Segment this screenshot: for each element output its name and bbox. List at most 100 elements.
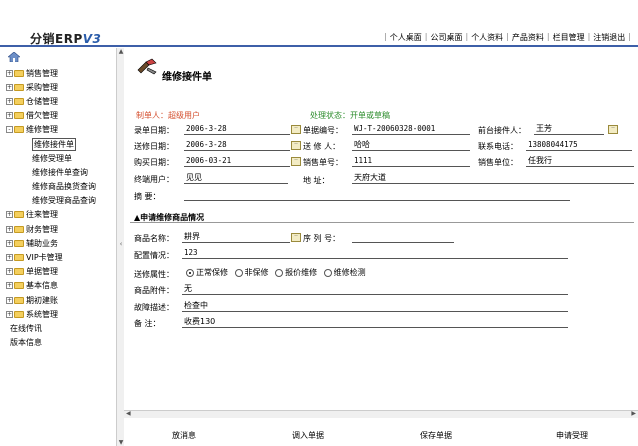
app-header: 分销ERPV3 | 个人桌面 | 公司桌面 | 个人资料 | 产品资料 | 栏目… — [0, 0, 638, 48]
sidebar-item-6[interactable]: 维修受理单 — [6, 151, 116, 165]
sidebar-item-10[interactable]: + 往来管理 — [6, 208, 116, 222]
repair-type-radio-3[interactable] — [323, 268, 332, 277]
sales-unit-input[interactable]: 任我行 — [526, 156, 634, 167]
expand-icon[interactable]: + — [6, 310, 13, 318]
fault-input[interactable]: 检查中 — [182, 301, 568, 312]
folder-icon — [14, 97, 24, 105]
repair-type-radio-0[interactable] — [186, 268, 194, 277]
sidebar-item-5[interactable]: 维修接件单 — [6, 137, 116, 151]
remark-label: 备 注： — [134, 319, 161, 328]
nav-personal-desktop[interactable]: 个人桌面 — [388, 32, 424, 43]
fault-label: 故障描述： — [134, 303, 174, 312]
phone-input[interactable]: 13808044175 — [526, 140, 632, 151]
horizontal-scrollbar[interactable]: ◀ ▶ — [124, 410, 638, 418]
sidebar-item-label: 系统管理 — [26, 309, 58, 319]
apply-accept-button[interactable]: 申请受理 — [548, 428, 596, 442]
expand-icon[interactable]: + — [6, 239, 13, 247]
remark-input[interactable]: 收费130 — [182, 317, 568, 328]
expand-icon[interactable]: + — [6, 296, 13, 304]
nav-tree: + 销售管理 + 采购管理 + 仓储管理 + 借欠管理 - 维修管理 维修接件单维修受理单维修接件单… — [6, 66, 116, 350]
sidebar-item-9[interactable]: 维修受理商品查询 — [6, 194, 116, 208]
config-input[interactable]: 123 — [182, 248, 568, 259]
sidebar-item-17[interactable]: + 系统管理 — [6, 307, 116, 321]
sidebar-item-1[interactable]: + 采购管理 — [6, 80, 116, 94]
cancel-button[interactable]: 放消息 — [164, 428, 204, 442]
expand-icon[interactable]: + — [6, 268, 13, 276]
sender-input[interactable]: 哈哈 — [352, 140, 470, 151]
accessory-input[interactable]: 无 — [182, 284, 568, 295]
address-input[interactable]: 天府大道 — [352, 173, 634, 184]
sidebar-scrollbar[interactable]: ▲ ‹ ▼ — [116, 48, 124, 446]
bill-no-input[interactable]: WJ-T-20060328-0001 — [352, 124, 470, 135]
folder-icon — [14, 126, 24, 134]
collapse-icon[interactable]: - — [6, 126, 13, 134]
summary-input[interactable] — [184, 190, 570, 201]
serial-input[interactable] — [352, 232, 454, 243]
scroll-left-icon[interactable]: ◀ — [126, 410, 131, 417]
folder-icon — [14, 282, 24, 290]
repair-type-radio-2[interactable] — [275, 268, 284, 277]
expand-icon[interactable]: + — [6, 97, 13, 105]
record-date-input[interactable]: 2006-3-28 — [184, 124, 290, 135]
scroll-right-icon[interactable]: ▶ — [631, 410, 636, 417]
repair-type-radio-group: 正常保修 非保修 报价维修 维修检测 — [182, 267, 366, 278]
folder-icon — [14, 69, 24, 77]
folder-icon — [14, 225, 24, 233]
sidebar-item-7[interactable]: 维修接件单查询 — [6, 165, 116, 179]
sidebar-item-18[interactable]: 在线传讯 — [6, 321, 116, 335]
sidebar-item-label: 版本信息 — [10, 338, 42, 348]
sidebar-item-16[interactable]: + 期初建账 — [6, 293, 116, 307]
send-date-input[interactable]: 2006-3-28 — [184, 140, 290, 151]
sidebar-item-label: 单据管理 — [26, 267, 58, 277]
sidebar-item-19[interactable]: 版本信息 — [6, 336, 116, 350]
end-user-label: 终端用户： — [134, 175, 174, 184]
sidebar-item-8[interactable]: 维修商品换货查询 — [6, 180, 116, 194]
sidebar-item-3[interactable]: + 借欠管理 — [6, 109, 116, 123]
sidebar-item-label: 在线传讯 — [10, 323, 42, 333]
sidebar-item-label: 维修商品换货查询 — [32, 182, 96, 192]
record-date-picker-button[interactable]: ·· — [291, 125, 301, 134]
sidebar-item-14[interactable]: + 单据管理 — [6, 265, 116, 279]
serial-label: 序 列 号： — [303, 234, 341, 243]
expand-icon[interactable]: + — [6, 83, 13, 91]
sidebar-item-0[interactable]: + 销售管理 — [6, 66, 116, 80]
expand-icon[interactable]: + — [6, 211, 13, 219]
logo-version: V3 — [82, 32, 102, 46]
sales-no-input[interactable]: 1111 — [352, 156, 470, 167]
nav-column-manage[interactable]: 栏目管理 — [551, 32, 587, 43]
save-bill-button[interactable]: 保存单据 — [412, 428, 460, 442]
sidebar-item-13[interactable]: + VIP卡管理 — [6, 250, 116, 264]
expand-icon[interactable]: + — [6, 254, 13, 262]
send-date-label: 送修日期： — [134, 142, 174, 151]
nav-company-desktop[interactable]: 公司桌面 — [428, 32, 464, 43]
sidebar-item-12[interactable]: + 辅助业务 — [6, 236, 116, 250]
end-user-input[interactable]: 见见 — [184, 173, 288, 184]
import-bill-button[interactable]: 调入单据 — [284, 428, 332, 442]
send-date-picker-button[interactable]: ·· — [291, 141, 301, 150]
goods-picker-button[interactable]: ·· — [291, 233, 301, 242]
expand-icon[interactable]: + — [6, 282, 13, 290]
front-staff-picker-button[interactable]: ·· — [608, 125, 618, 134]
nav-personal-info[interactable]: 个人资料 — [469, 32, 505, 43]
buy-date-input[interactable]: 2006-03-21 — [184, 156, 290, 167]
status-label: 处理状态：开单或草稿 — [310, 111, 390, 120]
sidebar-item-2[interactable]: + 仓储管理 — [6, 94, 116, 108]
creator-label: 制单人：超级用户 — [136, 111, 200, 120]
buy-date-picker-button[interactable]: ·· — [291, 157, 301, 166]
expand-icon[interactable]: + — [6, 225, 13, 233]
expand-icon[interactable]: + — [6, 112, 13, 120]
nav-product-info[interactable]: 产品资料 — [510, 32, 546, 43]
front-staff-input[interactable]: 王芳 — [534, 124, 604, 135]
sidebar-item-4[interactable]: - 维修管理 — [6, 123, 116, 137]
expand-icon[interactable]: + — [6, 69, 13, 77]
sidebar: + 销售管理 + 采购管理 + 仓储管理 + 借欠管理 - 维修管理 维修接件单维修受理单维修接件单… — [2, 48, 116, 446]
goods-name-input[interactable]: 耕界 — [182, 232, 290, 243]
sidebar-item-label: 维修受理单 — [32, 153, 72, 163]
home-icon[interactable] — [8, 52, 20, 62]
sidebar-item-11[interactable]: + 财务管理 — [6, 222, 116, 236]
nav-logout[interactable]: 注销退出 — [591, 32, 627, 43]
sales-unit-label: 销售单位： — [478, 158, 518, 167]
sidebar-item-15[interactable]: + 基本信息 — [6, 279, 116, 293]
logo-text: 分销ERP — [30, 32, 83, 46]
repair-type-radio-1[interactable] — [234, 268, 243, 277]
